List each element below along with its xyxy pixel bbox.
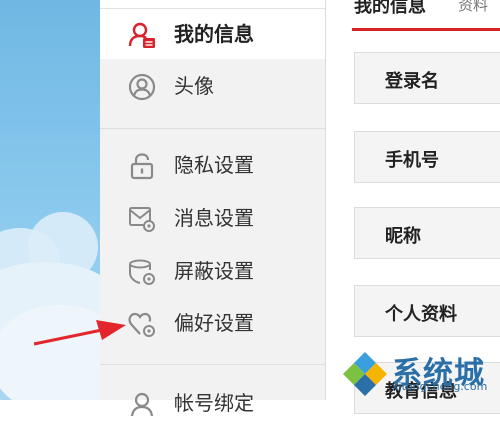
sidebar-divider [100,128,325,129]
sidebar-item-block-settings[interactable]: 屏蔽设置 [100,246,325,296]
field-label: 个人资料 [385,304,457,325]
lock-icon [128,152,156,180]
field-label: 手机号 [385,150,439,171]
tab-profile[interactable]: 资料 [458,0,488,15]
active-tab-indicator [352,28,500,31]
sidebar-item-account-binding[interactable]: 帐号绑定 [100,378,325,428]
sidebar-item-label: 偏好设置 [174,311,254,335]
shield-settings-icon [128,258,156,286]
sidebar-item-privacy[interactable]: 隐私设置 [100,140,325,190]
tab-my-info[interactable]: 我的信息 [354,0,426,18]
field-label: 登录名 [385,71,439,92]
phone-field[interactable]: 手机号 [354,131,500,183]
nickname-field[interactable]: 昵称 [354,207,500,259]
sidebar-item-label: 我的信息 [174,22,254,46]
user-profile-icon [128,21,156,49]
heart-settings-icon [128,310,156,338]
sidebar-item-label: 头像 [174,74,214,98]
site-watermark: 系统城 xitongcheng.com [340,346,500,400]
sidebar-item-label: 帐号绑定 [174,391,254,415]
message-settings-icon [128,205,156,233]
login-name-field[interactable]: 登录名 [354,52,500,104]
sidebar-item-message-settings[interactable]: 消息设置 [100,193,325,243]
field-label: 昵称 [385,226,421,247]
windows-logo-icon [343,352,387,396]
account-binding-icon [128,390,156,418]
sidebar-item-my-info[interactable]: 我的信息 [100,9,325,59]
sidebar-divider [100,364,325,365]
sidebar-item-preferences[interactable]: 偏好设置 [100,298,325,348]
red-arrow-annotation [33,320,126,346]
watermark-url: xitongcheng.com [392,380,488,393]
sidebar-item-avatar[interactable]: 头像 [100,61,325,111]
settings-sidebar: 我的信息 头像 隐私设置 消息设置 屏蔽设置 偏好设置 帐号绑定 [100,0,326,417]
personal-profile-field[interactable]: 个人资料 [354,285,500,337]
avatar-icon [128,73,156,101]
sidebar-item-label: 屏蔽设置 [174,259,254,283]
sidebar-top-edge [100,0,325,9]
sidebar-item-label: 隐私设置 [174,153,254,177]
main-content: 我的信息 资料 登录名 手机号 昵称 个人资料 教育信息 [326,0,500,414]
sidebar-item-label: 消息设置 [174,206,254,230]
